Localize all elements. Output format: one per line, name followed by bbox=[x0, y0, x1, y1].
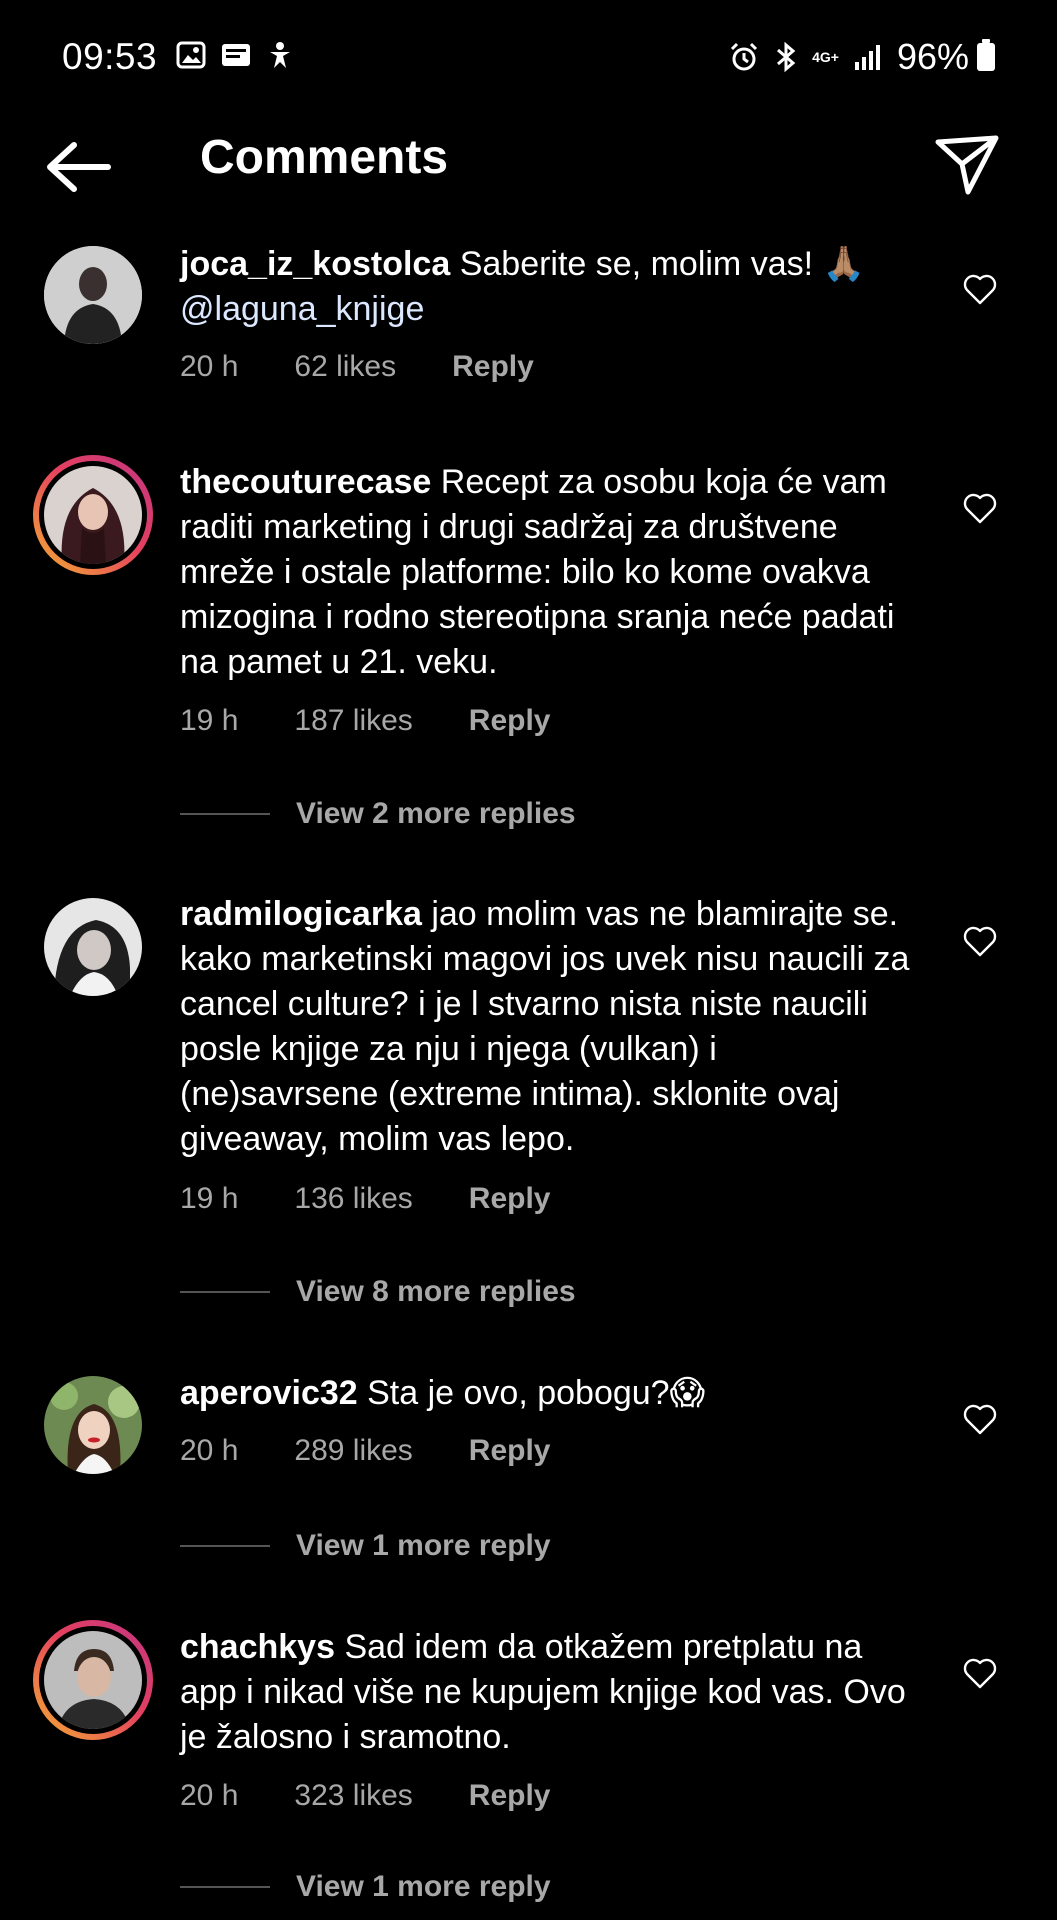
comment-username[interactable]: thecouturecase bbox=[180, 463, 431, 501]
battery-icon bbox=[977, 39, 995, 71]
heart-icon[interactable] bbox=[963, 493, 997, 525]
status-bar: 09:53 4G+ 96% bbox=[0, 0, 1057, 115]
avatar[interactable] bbox=[44, 246, 142, 344]
comment-likes[interactable]: 289 likes bbox=[294, 1434, 412, 1468]
avatar[interactable] bbox=[44, 1376, 142, 1474]
comment-text: Saberite se, molim vas! 🙏🏽 bbox=[459, 245, 865, 283]
comment-text: jao molim vas ne blamirajte se. kako mar… bbox=[180, 895, 910, 1158]
page-title: Comments bbox=[200, 131, 449, 184]
comment-time: 20 h bbox=[180, 1779, 239, 1812]
back-arrow-icon[interactable] bbox=[42, 137, 114, 197]
view-more-replies[interactable]: View 1 more reply bbox=[180, 1529, 551, 1563]
reply-button[interactable]: Reply bbox=[469, 1434, 551, 1468]
heart-icon[interactable] bbox=[963, 1658, 997, 1690]
view-more-replies[interactable]: View 8 more replies bbox=[180, 1275, 576, 1309]
view-more-replies-label[interactable]: View 1 more reply bbox=[296, 1529, 551, 1563]
heart-icon[interactable] bbox=[963, 274, 997, 306]
comment-likes[interactable]: 62 likes bbox=[294, 350, 396, 384]
battery-percent: 96% bbox=[896, 36, 969, 77]
comment-time: 19 h bbox=[180, 1182, 239, 1215]
reply-button[interactable]: Reply bbox=[452, 350, 534, 384]
comment-text: Sta je ovo, pobogu?😱 bbox=[367, 1374, 706, 1412]
view-more-replies[interactable]: View 1 more reply bbox=[180, 1870, 551, 1904]
status-time: 09:53 bbox=[62, 36, 158, 77]
reply-button[interactable]: Reply bbox=[469, 1182, 551, 1216]
comment-likes[interactable]: 323 likes bbox=[294, 1779, 412, 1813]
avatar[interactable] bbox=[33, 455, 153, 575]
comment-time: 20 h bbox=[180, 1434, 239, 1467]
network-type: 4G+ bbox=[812, 49, 839, 65]
comment-time: 20 h bbox=[180, 350, 239, 383]
comment-username[interactable]: aperovic32 bbox=[180, 1374, 358, 1412]
alarm-icon bbox=[731, 42, 758, 71]
comment-time: 19 h bbox=[180, 704, 239, 737]
view-more-replies-label[interactable]: View 8 more replies bbox=[296, 1275, 576, 1309]
comment-username[interactable]: radmilogicarka bbox=[180, 895, 422, 933]
heart-icon[interactable] bbox=[963, 926, 997, 958]
view-more-replies-label[interactable]: View 1 more reply bbox=[296, 1870, 551, 1904]
reply-button[interactable]: Reply bbox=[469, 704, 551, 738]
comment-likes[interactable]: 187 likes bbox=[294, 704, 412, 738]
accessibility-icon bbox=[270, 42, 290, 68]
comments-header: Comments bbox=[0, 115, 1057, 225]
send-icon[interactable] bbox=[932, 130, 1002, 200]
comment-mention[interactable]: @laguna_knjige bbox=[180, 290, 424, 328]
avatar[interactable] bbox=[33, 1620, 153, 1740]
comment-likes[interactable]: 136 likes bbox=[294, 1182, 412, 1216]
view-more-replies-label[interactable]: View 2 more replies bbox=[296, 797, 576, 831]
view-more-replies[interactable]: View 2 more replies bbox=[180, 797, 576, 831]
comment-username[interactable]: joca_iz_kostolca bbox=[180, 245, 450, 283]
gallery-icon bbox=[176, 41, 206, 69]
avatar[interactable] bbox=[44, 898, 142, 996]
reply-button[interactable]: Reply bbox=[469, 1779, 551, 1813]
pagesix-icon bbox=[222, 44, 250, 66]
heart-icon[interactable] bbox=[963, 1404, 997, 1436]
comment-username[interactable]: chachkys bbox=[180, 1628, 335, 1666]
signal-icon bbox=[854, 45, 880, 70]
bluetooth-icon bbox=[777, 41, 796, 73]
